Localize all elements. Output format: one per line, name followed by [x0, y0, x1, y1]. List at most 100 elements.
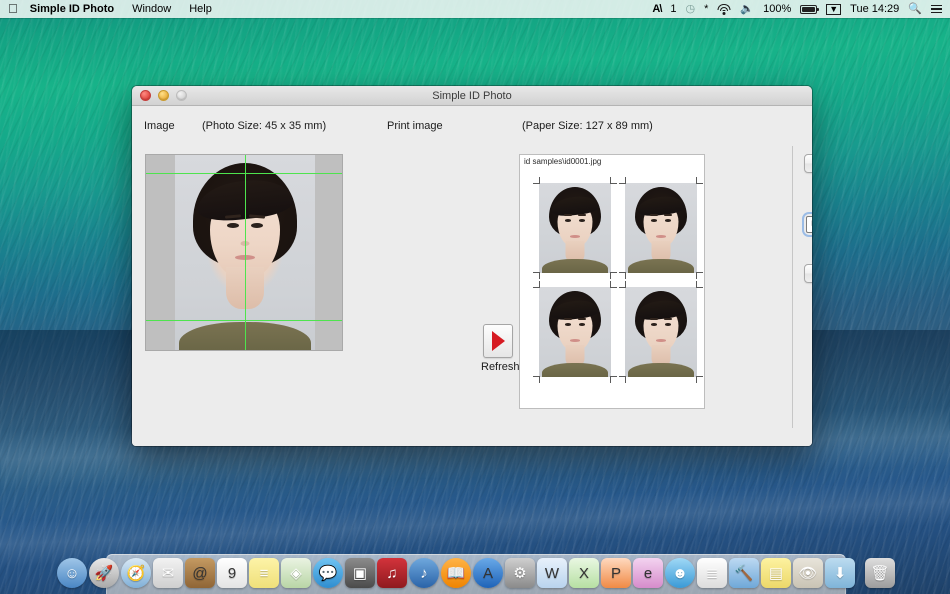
dock-item-mail[interactable]: ✉ — [153, 558, 183, 588]
cut-mark — [625, 376, 626, 383]
cut-mark — [539, 281, 540, 288]
window-body: Image (Photo Size: 45 x 35 mm) Print ima… — [132, 106, 812, 446]
dock-item-contacts[interactable]: @ — [185, 558, 215, 588]
arrow-1 — [802, 180, 812, 194]
cut-mark — [696, 177, 697, 184]
arrow-2 — [802, 244, 812, 258]
dock-item-stickies[interactable]: ▤ — [761, 558, 791, 588]
dock-item-trash[interactable]: 🗑 — [865, 558, 895, 588]
menu-item-help[interactable]: Help — [180, 3, 221, 15]
dock-item-calendar[interactable]: 9 — [217, 558, 247, 588]
image-label: Image — [144, 120, 175, 132]
dock-item-word[interactable]: W — [537, 558, 567, 588]
dock: ☺🚀🧭✉@9≡◈💬▣♫♪📖A⚙WXPe☻≣🔨▤👁⬇🗑 — [106, 554, 846, 594]
window-title: Simple ID Photo — [132, 90, 812, 102]
apple-logo-icon[interactable]:  — [8, 2, 18, 15]
mail-icon: ✉ — [162, 566, 175, 581]
menu-bar-left:  Simple ID Photo Window Help — [8, 3, 221, 16]
dock-item-powerpoint[interactable]: P — [601, 558, 631, 588]
menu-bar:  Simple ID Photo Window Help A\ 1 ◷ * 🔈… — [0, 0, 950, 18]
launchpad-icon: 🚀 — [95, 566, 114, 581]
refresh-button[interactable] — [483, 324, 513, 358]
notes-icon: ≡ — [260, 566, 269, 581]
facetime-icon: ▣ — [353, 566, 367, 581]
dock-item-text-editor[interactable]: ≣ — [697, 558, 727, 588]
dock-item-finder[interactable]: ☺ — [57, 558, 87, 588]
dock-item-entourage[interactable]: e — [633, 558, 663, 588]
open-button[interactable]: Open — [804, 154, 812, 173]
finder-icon: ☺ — [64, 566, 79, 581]
right-panel: Open Select Template UK Passport Print — [802, 154, 812, 353]
excel-icon: X — [579, 566, 589, 581]
dock-item-facetime[interactable]: ▣ — [345, 558, 375, 588]
dock-item-eye-app[interactable]: 👁 — [793, 558, 823, 588]
cut-mark — [696, 272, 703, 273]
ibooks-icon: 📖 — [447, 566, 466, 581]
search-icon[interactable]: 🔍 — [908, 4, 922, 15]
close-button[interactable] — [140, 90, 151, 101]
dock-item-itunes[interactable]: ♪ — [409, 558, 439, 588]
powerpoint-icon: P — [611, 566, 621, 581]
cut-mark — [539, 177, 540, 184]
xcode-icon: 🔨 — [735, 566, 754, 581]
app-store-icon: A — [483, 566, 493, 581]
window-controls — [132, 90, 187, 101]
menu-item-window[interactable]: Window — [123, 3, 180, 15]
zoom-button — [176, 90, 187, 101]
cut-mark — [610, 376, 611, 383]
print-filename: id samples\id0001.jpg — [524, 157, 601, 166]
template-value[interactable]: UK Passport — [807, 219, 812, 231]
dock-item-launchpad[interactable]: 🚀 — [89, 558, 119, 588]
image-preview[interactable] — [145, 154, 343, 351]
dock-item-notes[interactable]: ≡ — [249, 558, 279, 588]
dock-item-itunes-store[interactable]: ♫ — [377, 558, 407, 588]
print-button[interactable]: Print — [804, 264, 812, 283]
input-source-number[interactable]: 1 — [670, 4, 676, 15]
eye-icon: 👁 — [798, 566, 817, 581]
downloads-folder-icon: ⬇ — [834, 566, 847, 581]
cut-mark — [610, 287, 617, 288]
cut-mark — [625, 281, 626, 288]
wifi-icon[interactable] — [717, 4, 731, 15]
dock-item-excel[interactable]: X — [569, 558, 599, 588]
dropbox-icon[interactable]: ▼ — [826, 4, 841, 15]
print-photo — [625, 287, 697, 377]
input-source-icon[interactable]: A\ — [652, 4, 661, 15]
print-photo-cell[interactable] — [533, 281, 617, 383]
minimize-button[interactable] — [158, 90, 169, 101]
bluetooth-icon[interactable]: * — [704, 4, 708, 15]
cut-mark — [696, 376, 697, 383]
dock-item-downloads[interactable]: ⬇ — [825, 558, 855, 588]
menu-bar-status-items: A\ 1 ◷ * 🔈 100% ▼ Tue 14:29 🔍 — [652, 3, 944, 15]
calendar-icon: 9 — [228, 566, 236, 581]
volume-icon[interactable]: 🔈 — [740, 4, 754, 15]
dock-item-safari[interactable]: 🧭 — [121, 558, 151, 588]
battery-percent[interactable]: 100% — [763, 3, 791, 15]
dock-item-maps[interactable]: ◈ — [281, 558, 311, 588]
paper-size-label: (Paper Size: 127 x 89 mm) — [522, 120, 653, 132]
maps-icon: ◈ — [290, 566, 302, 581]
menu-item-app[interactable]: Simple ID Photo — [30, 3, 123, 15]
crop-guide-top[interactable] — [146, 173, 342, 174]
dock-item-ibooks[interactable]: 📖 — [441, 558, 471, 588]
template-combobox[interactable]: UK Passport — [806, 216, 812, 233]
dock-item-messenger[interactable]: ☻ — [665, 558, 695, 588]
print-photo-cell[interactable] — [619, 177, 703, 279]
print-photo-cell[interactable] — [619, 281, 703, 383]
dock-item-app-store[interactable]: A — [473, 558, 503, 588]
cut-mark — [696, 287, 703, 288]
dock-item-system-prefs[interactable]: ⚙ — [505, 558, 535, 588]
print-photo-cell[interactable] — [533, 177, 617, 279]
notification-center-icon[interactable] — [931, 5, 942, 14]
cut-mark — [696, 272, 697, 279]
dock-item-messages[interactable]: 💬 — [313, 558, 343, 588]
menu-bar-clock[interactable]: Tue 14:29 — [850, 3, 899, 15]
battery-icon[interactable] — [800, 5, 817, 14]
stickies-icon: ▤ — [769, 566, 783, 581]
contacts-icon: @ — [192, 566, 207, 581]
dock-item-xcode[interactable]: 🔨 — [729, 558, 759, 588]
print-preview-panel[interactable]: id samples\id0001.jpg — [519, 154, 705, 409]
clock-icon[interactable]: ◷ — [686, 4, 696, 15]
crop-guide-bottom[interactable] — [146, 320, 342, 321]
window-titlebar[interactable]: Simple ID Photo — [132, 86, 812, 106]
